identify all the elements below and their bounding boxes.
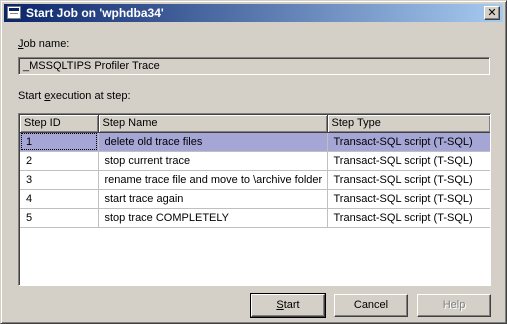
sql-agent-window-icon xyxy=(7,6,21,19)
step-id-cell[interactable]: 3 xyxy=(20,170,99,190)
help-button[interactable]: Help xyxy=(417,294,491,317)
job-name-field: _MSSQLTIPS Profiler Trace xyxy=(18,57,490,75)
start-step-label-before: Start xyxy=(18,90,45,102)
step-id-cell[interactable]: 1 xyxy=(20,132,99,152)
steps-grid[interactable]: Step ID Step Name Step Type 1 delete old… xyxy=(18,113,491,286)
column-header-step-type[interactable]: Step Type xyxy=(327,115,490,133)
step-type-cell[interactable]: Transact-SQL script (T-SQL) xyxy=(327,189,490,209)
grid-header-row: Step ID Step Name Step Type xyxy=(20,115,490,133)
step-name-cell[interactable]: delete old trace files xyxy=(98,132,328,152)
start-step-label: Start execution at step: xyxy=(18,90,131,102)
step-row[interactable]: 2 stop current trace Transact-SQL script… xyxy=(20,151,490,171)
step-id-cell[interactable]: 5 xyxy=(20,208,99,228)
step-type-cell[interactable]: Transact-SQL script (T-SQL) xyxy=(327,208,490,228)
cancel-button[interactable]: Cancel xyxy=(334,294,408,317)
step-id-cell[interactable]: 4 xyxy=(20,189,99,209)
start-button-label: tart xyxy=(283,299,300,311)
step-row-selected[interactable]: 1 delete old trace files Transact-SQL sc… xyxy=(20,132,490,152)
step-name-cell[interactable]: start trace again xyxy=(98,189,328,209)
job-name-label-rest: ob name: xyxy=(23,38,70,50)
step-id-cell[interactable]: 2 xyxy=(20,151,99,171)
start-step-label-after: xecution at step: xyxy=(50,90,131,102)
start-button-mnemonic: S xyxy=(276,299,284,311)
job-name-label: Job name: xyxy=(18,38,69,50)
title-bar[interactable]: Start Job on 'wphdba34' ✕ xyxy=(4,4,503,22)
step-name-cell[interactable]: stop current trace xyxy=(98,151,328,171)
step-type-cell[interactable]: Transact-SQL script (T-SQL) xyxy=(327,170,490,190)
start-job-dialog: Start Job on 'wphdba34' ✕ Job name: _MSS… xyxy=(0,0,507,324)
column-header-step-id[interactable]: Step ID xyxy=(20,115,99,133)
step-name-cell[interactable]: rename trace file and move to \archive f… xyxy=(98,170,328,190)
start-button[interactable]: Start xyxy=(250,293,326,318)
step-row[interactable]: 3 rename trace file and move to \archive… xyxy=(20,170,490,190)
window-title: Start Job on 'wphdba34' xyxy=(26,6,164,20)
step-row[interactable]: 5 stop trace COMPLETELY Transact-SQL scr… xyxy=(20,208,490,228)
close-button[interactable]: ✕ xyxy=(484,6,500,20)
step-type-cell[interactable]: Transact-SQL script (T-SQL) xyxy=(327,151,490,171)
step-name-cell[interactable]: stop trace COMPLETELY xyxy=(98,208,328,228)
close-icon: ✕ xyxy=(487,6,497,19)
column-header-step-name[interactable]: Step Name xyxy=(98,115,328,133)
step-type-cell[interactable]: Transact-SQL script (T-SQL) xyxy=(327,132,490,152)
step-row[interactable]: 4 start trace again Transact-SQL script … xyxy=(20,189,490,209)
